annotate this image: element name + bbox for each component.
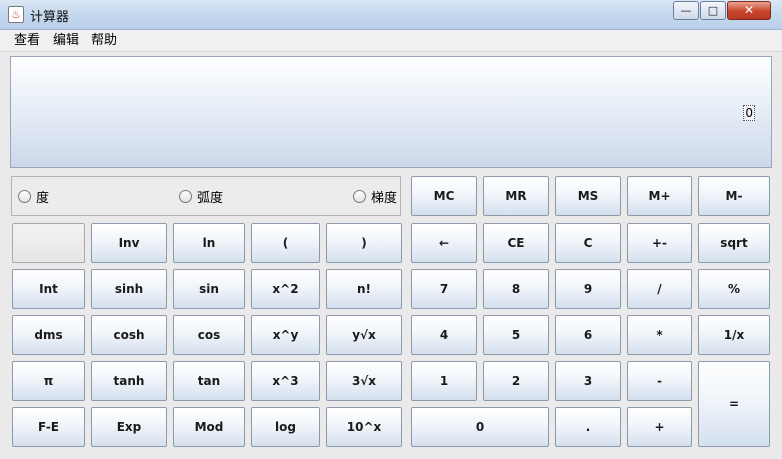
sin-button[interactable]: sin bbox=[173, 269, 245, 309]
inverse-button[interactable]: Inv bbox=[91, 223, 167, 263]
int-button[interactable]: Int bbox=[12, 269, 85, 309]
memory-store-button[interactable]: MS bbox=[555, 176, 621, 216]
mod-button[interactable]: Mod bbox=[173, 407, 245, 447]
cube-button[interactable]: x^3 bbox=[251, 361, 320, 401]
exp-button[interactable]: Exp bbox=[91, 407, 167, 447]
memory-add-button[interactable]: M+ bbox=[627, 176, 692, 216]
radio-degrees[interactable]: 度 bbox=[18, 190, 49, 206]
close-paren-button[interactable]: ) bbox=[326, 223, 402, 263]
reciprocal-button[interactable]: 1/x bbox=[698, 315, 770, 355]
digit-2-button[interactable]: 2 bbox=[483, 361, 549, 401]
digit-1-button[interactable]: 1 bbox=[411, 361, 477, 401]
digit-8-button[interactable]: 8 bbox=[483, 269, 549, 309]
menu-view[interactable]: 查看 bbox=[12, 32, 42, 50]
cosh-button[interactable]: cosh bbox=[91, 315, 167, 355]
digit-7-button[interactable]: 7 bbox=[411, 269, 477, 309]
radio-button-icon bbox=[179, 190, 192, 203]
digit-9-button[interactable]: 9 bbox=[555, 269, 621, 309]
maximize-button[interactable]: □ bbox=[700, 1, 726, 20]
digit-4-button[interactable]: 4 bbox=[411, 315, 477, 355]
tan-button[interactable]: tan bbox=[173, 361, 245, 401]
cube-root-button[interactable]: 3√x bbox=[326, 361, 402, 401]
title-bar bbox=[0, 0, 782, 30]
divide-button[interactable]: / bbox=[627, 269, 692, 309]
yroot-button[interactable]: y√x bbox=[326, 315, 402, 355]
display-value: 0 bbox=[743, 105, 755, 121]
close-button[interactable]: ✕ bbox=[727, 1, 771, 20]
fe-button[interactable]: F-E bbox=[12, 407, 85, 447]
digit-0-button[interactable]: 0 bbox=[411, 407, 549, 447]
minimize-button[interactable]: — bbox=[673, 1, 699, 20]
memory-clear-button[interactable]: MC bbox=[411, 176, 477, 216]
multiply-button[interactable]: * bbox=[627, 315, 692, 355]
tanh-button[interactable]: tanh bbox=[91, 361, 167, 401]
menu-edit[interactable]: 编辑 bbox=[51, 32, 81, 50]
add-button[interactable]: + bbox=[627, 407, 692, 447]
radio-gradians-label: 梯度 bbox=[371, 191, 398, 206]
calculator-display: 0 bbox=[10, 56, 772, 168]
clear-button[interactable]: C bbox=[555, 223, 621, 263]
decimal-button[interactable]: . bbox=[555, 407, 621, 447]
blank-button[interactable] bbox=[12, 223, 85, 263]
clear-entry-button[interactable]: CE bbox=[483, 223, 549, 263]
radio-radians[interactable]: 弧度 bbox=[179, 190, 223, 206]
memory-recall-button[interactable]: MR bbox=[483, 176, 549, 216]
ln-button[interactable]: ln bbox=[173, 223, 245, 263]
radio-button-icon bbox=[18, 190, 31, 203]
digit-5-button[interactable]: 5 bbox=[483, 315, 549, 355]
factorial-button[interactable]: n! bbox=[326, 269, 402, 309]
digit-3-button[interactable]: 3 bbox=[555, 361, 621, 401]
window-title: 计算器 bbox=[30, 10, 70, 25]
angle-mode-group: 度 弧度 梯度 bbox=[11, 176, 401, 216]
sqrt-button[interactable]: sqrt bbox=[698, 223, 770, 263]
backspace-button[interactable]: ← bbox=[411, 223, 477, 263]
ten-power-button[interactable]: 10^x bbox=[326, 407, 402, 447]
radio-radians-label: 弧度 bbox=[197, 191, 224, 206]
sinh-button[interactable]: sinh bbox=[91, 269, 167, 309]
square-button[interactable]: x^2 bbox=[251, 269, 320, 309]
power-button[interactable]: x^y bbox=[251, 315, 320, 355]
percent-button[interactable]: % bbox=[698, 269, 770, 309]
log-button[interactable]: log bbox=[251, 407, 320, 447]
equals-button[interactable]: = bbox=[698, 361, 770, 447]
digit-6-button[interactable]: 6 bbox=[555, 315, 621, 355]
cos-button[interactable]: cos bbox=[173, 315, 245, 355]
subtract-button[interactable]: - bbox=[627, 361, 692, 401]
negate-button[interactable]: +- bbox=[627, 223, 692, 263]
radio-button-icon bbox=[353, 190, 366, 203]
pi-button[interactable]: π bbox=[12, 361, 85, 401]
dms-button[interactable]: dms bbox=[12, 315, 85, 355]
java-app-icon: ♨ bbox=[8, 6, 24, 23]
open-paren-button[interactable]: ( bbox=[251, 223, 320, 263]
radio-gradians[interactable]: 梯度 bbox=[353, 190, 397, 206]
menu-help[interactable]: 帮助 bbox=[89, 32, 119, 50]
memory-subtract-button[interactable]: M- bbox=[698, 176, 770, 216]
radio-degrees-label: 度 bbox=[36, 191, 50, 206]
